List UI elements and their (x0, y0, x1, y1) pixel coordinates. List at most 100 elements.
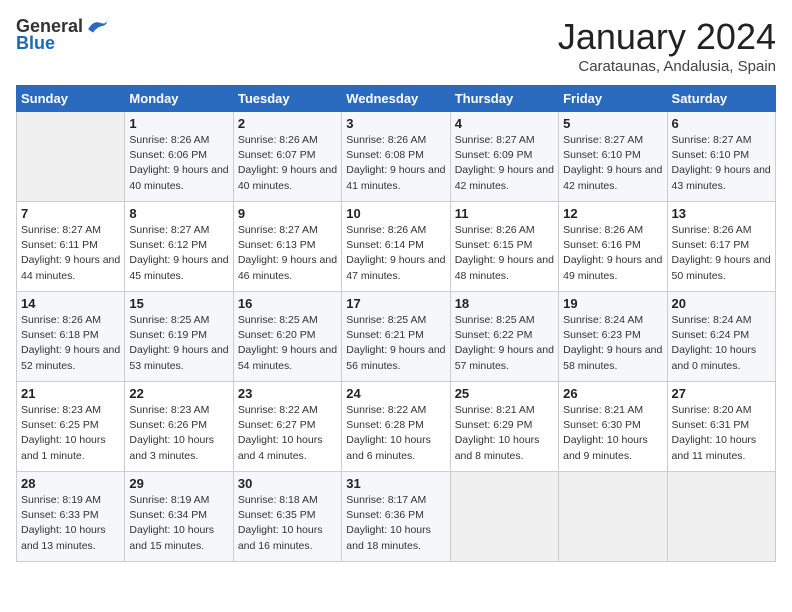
day-info: Sunrise: 8:26 AMSunset: 6:08 PMDaylight:… (346, 133, 445, 194)
calendar-cell: 1 Sunrise: 8:26 AMSunset: 6:06 PMDaylight… (125, 112, 233, 202)
day-info: Sunrise: 8:23 AMSunset: 6:26 PMDaylight:… (129, 403, 228, 464)
calendar-cell: 17 Sunrise: 8:25 AMSunset: 6:21 PMDayligh… (342, 292, 450, 382)
day-info: Sunrise: 8:27 AMSunset: 6:12 PMDaylight:… (129, 223, 228, 284)
calendar-cell: 21 Sunrise: 8:23 AMSunset: 6:25 PMDayligh… (17, 382, 125, 472)
calendar-cell: 10 Sunrise: 8:26 AMSunset: 6:14 PMDayligh… (342, 202, 450, 292)
calendar-cell: 24 Sunrise: 8:22 AMSunset: 6:28 PMDayligh… (342, 382, 450, 472)
calendar-cell (17, 112, 125, 202)
day-info: Sunrise: 8:18 AMSunset: 6:35 PMDaylight:… (238, 493, 337, 554)
day-number: 17 (346, 296, 445, 311)
day-info: Sunrise: 8:21 AMSunset: 6:29 PMDaylight:… (455, 403, 554, 464)
calendar-cell (450, 472, 558, 562)
day-info: Sunrise: 8:22 AMSunset: 6:28 PMDaylight:… (346, 403, 445, 464)
day-number: 6 (672, 116, 771, 131)
logo: General Blue (16, 16, 109, 54)
calendar-cell: 13Sunrise: 8:26 AMSunset: 6:17 PMDayligh… (667, 202, 775, 292)
calendar-cell: 22 Sunrise: 8:23 AMSunset: 6:26 PMDayligh… (125, 382, 233, 472)
calendar-cell: 19Sunrise: 8:24 AMSunset: 6:23 PMDayligh… (559, 292, 667, 382)
day-info: Sunrise: 8:19 AMSunset: 6:33 PMDaylight:… (21, 493, 120, 554)
day-number: 10 (346, 206, 445, 221)
calendar-cell: 8 Sunrise: 8:27 AMSunset: 6:12 PMDaylight… (125, 202, 233, 292)
col-header-friday: Friday (559, 86, 667, 112)
day-number: 19 (563, 296, 662, 311)
day-number: 3 (346, 116, 445, 131)
day-number: 29 (129, 476, 228, 491)
calendar-cell: 16 Sunrise: 8:25 AMSunset: 6:20 PMDayligh… (233, 292, 341, 382)
col-header-monday: Monday (125, 86, 233, 112)
calendar-cell: 25 Sunrise: 8:21 AMSunset: 6:29 PMDayligh… (450, 382, 558, 472)
day-info: Sunrise: 8:25 AMSunset: 6:21 PMDaylight:… (346, 313, 445, 374)
col-header-sunday: Sunday (17, 86, 125, 112)
day-number: 23 (238, 386, 337, 401)
calendar-cell: 23Sunrise: 8:22 AMSunset: 6:27 PMDayligh… (233, 382, 341, 472)
calendar-cell: 30 Sunrise: 8:18 AMSunset: 6:35 PMDayligh… (233, 472, 341, 562)
day-info: Sunrise: 8:27 AMSunset: 6:11 PMDaylight:… (21, 223, 120, 284)
col-header-tuesday: Tuesday (233, 86, 341, 112)
day-number: 5 (563, 116, 662, 131)
day-info: Sunrise: 8:27 AMSunset: 6:10 PMDaylight:… (672, 133, 771, 194)
title-area: January 2024 Carataunas, Andalusia, Spai… (558, 16, 776, 75)
day-info: Sunrise: 8:26 AMSunset: 6:18 PMDaylight:… (21, 313, 120, 374)
calendar-cell: 4Sunrise: 8:27 AMSunset: 6:09 PMDaylight… (450, 112, 558, 202)
col-header-wednesday: Wednesday (342, 86, 450, 112)
calendar-cell: 6 Sunrise: 8:27 AMSunset: 6:10 PMDaylight… (667, 112, 775, 202)
day-number: 11 (455, 206, 554, 221)
day-number: 25 (455, 386, 554, 401)
day-number: 16 (238, 296, 337, 311)
day-number: 14 (21, 296, 120, 311)
logo-bird-icon (85, 17, 109, 37)
day-number: 21 (21, 386, 120, 401)
day-info: Sunrise: 8:25 AMSunset: 6:20 PMDaylight:… (238, 313, 337, 374)
calendar-cell: 12Sunrise: 8:26 AMSunset: 6:16 PMDayligh… (559, 202, 667, 292)
day-info: Sunrise: 8:23 AMSunset: 6:25 PMDaylight:… (21, 403, 120, 464)
day-info: Sunrise: 8:24 AMSunset: 6:24 PMDaylight:… (672, 313, 771, 374)
calendar-cell: 26Sunrise: 8:21 AMSunset: 6:30 PMDayligh… (559, 382, 667, 472)
day-number: 28 (21, 476, 120, 491)
logo-blue: Blue (16, 33, 55, 54)
day-number: 9 (238, 206, 337, 221)
calendar-cell: 14 Sunrise: 8:26 AMSunset: 6:18 PMDayligh… (17, 292, 125, 382)
day-number: 24 (346, 386, 445, 401)
day-number: 13 (672, 206, 771, 221)
day-info: Sunrise: 8:27 AMSunset: 6:10 PMDaylight:… (563, 133, 662, 194)
day-number: 30 (238, 476, 337, 491)
calendar-cell: 15 Sunrise: 8:25 AMSunset: 6:19 PMDayligh… (125, 292, 233, 382)
day-number: 26 (563, 386, 662, 401)
day-info: Sunrise: 8:25 AMSunset: 6:19 PMDaylight:… (129, 313, 228, 374)
day-info: Sunrise: 8:25 AMSunset: 6:22 PMDaylight:… (455, 313, 554, 374)
day-number: 20 (672, 296, 771, 311)
day-number: 22 (129, 386, 228, 401)
day-info: Sunrise: 8:20 AMSunset: 6:31 PMDaylight:… (672, 403, 771, 464)
day-number: 18 (455, 296, 554, 311)
month-title: January 2024 (558, 16, 776, 58)
day-info: Sunrise: 8:26 AMSunset: 6:16 PMDaylight:… (563, 223, 662, 284)
day-number: 7 (21, 206, 120, 221)
day-number: 4 (455, 116, 554, 131)
location-title: Carataunas, Andalusia, Spain (558, 58, 776, 75)
calendar-cell: 9 Sunrise: 8:27 AMSunset: 6:13 PMDaylight… (233, 202, 341, 292)
calendar-table: SundayMondayTuesdayWednesdayThursdayFrid… (16, 85, 776, 562)
calendar-cell: 3 Sunrise: 8:26 AMSunset: 6:08 PMDaylight… (342, 112, 450, 202)
calendar-cell: 7 Sunrise: 8:27 AMSunset: 6:11 PMDaylight… (17, 202, 125, 292)
day-number: 2 (238, 116, 337, 131)
calendar-cell: 20 Sunrise: 8:24 AMSunset: 6:24 PMDayligh… (667, 292, 775, 382)
header-area: General Blue January 2024 Carataunas, An… (16, 16, 776, 75)
calendar-cell (559, 472, 667, 562)
day-number: 1 (129, 116, 228, 131)
calendar-cell: 27 Sunrise: 8:20 AMSunset: 6:31 PMDayligh… (667, 382, 775, 472)
day-info: Sunrise: 8:26 AMSunset: 6:06 PMDaylight:… (129, 133, 228, 194)
day-info: Sunrise: 8:27 AMSunset: 6:13 PMDaylight:… (238, 223, 337, 284)
day-number: 15 (129, 296, 228, 311)
day-info: Sunrise: 8:26 AMSunset: 6:14 PMDaylight:… (346, 223, 445, 284)
day-info: Sunrise: 8:17 AMSunset: 6:36 PMDaylight:… (346, 493, 445, 554)
day-info: Sunrise: 8:26 AMSunset: 6:15 PMDaylight:… (455, 223, 554, 284)
day-number: 27 (672, 386, 771, 401)
day-number: 31 (346, 476, 445, 491)
day-number: 8 (129, 206, 228, 221)
col-header-thursday: Thursday (450, 86, 558, 112)
day-info: Sunrise: 8:26 AMSunset: 6:07 PMDaylight:… (238, 133, 337, 194)
calendar-cell: 11 Sunrise: 8:26 AMSunset: 6:15 PMDayligh… (450, 202, 558, 292)
calendar-cell: 28 Sunrise: 8:19 AMSunset: 6:33 PMDayligh… (17, 472, 125, 562)
calendar-cell (667, 472, 775, 562)
col-header-saturday: Saturday (667, 86, 775, 112)
